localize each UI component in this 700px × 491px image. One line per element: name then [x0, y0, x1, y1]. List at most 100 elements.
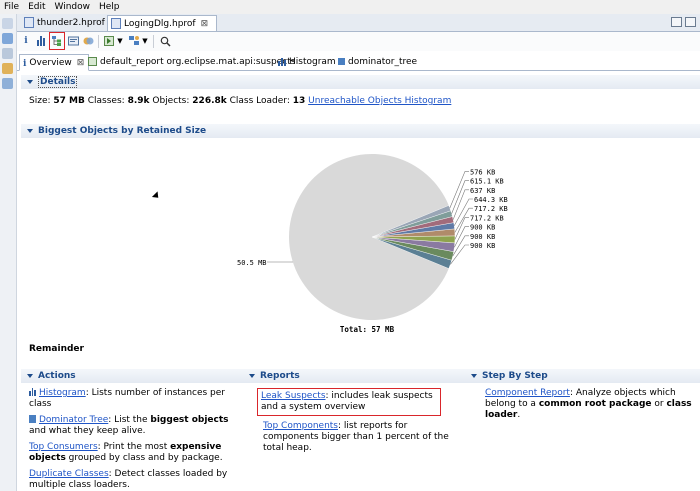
dominator-tree-icon: [29, 415, 36, 423]
toolbar-separator: [98, 35, 99, 48]
heap-summary: Size: 57 MB Classes: 8.9k Objects: 226.8…: [29, 96, 451, 106]
minimize-icon[interactable]: [671, 17, 682, 27]
tab-dominator-tree[interactable]: dominator_tree: [335, 54, 420, 69]
size-value: 57 MB: [53, 96, 85, 106]
histogram-icon[interactable]: [34, 34, 48, 48]
collapse-icon[interactable]: [471, 374, 477, 378]
histogram-icon: [29, 388, 37, 396]
chevron-down-icon[interactable]: ▼: [116, 34, 124, 48]
pie-slice-label: 50.5 MB: [237, 259, 267, 267]
editor-tab-logingdlg[interactable]: LogingDlg.hprof ⊠: [107, 15, 217, 31]
editor-tab-label: LogingDlg.hprof: [124, 18, 196, 29]
left-trim-strip: [0, 14, 17, 491]
action-histogram: Histogram: Lists number of instances per…: [29, 388, 239, 410]
chevron-down-icon[interactable]: ▼: [141, 34, 149, 48]
close-icon[interactable]: ⊠: [201, 19, 209, 29]
class-loader-value: 13: [292, 96, 306, 106]
collapse-icon[interactable]: [249, 374, 255, 378]
close-icon[interactable]: ⊠: [77, 58, 85, 68]
tab-label: Histogram: [289, 56, 336, 67]
editor-tab-label: thunder2.hprof: [37, 17, 105, 28]
minimized-view-icon[interactable]: [2, 18, 13, 29]
pie-total-label: Total: 57 MB: [340, 325, 395, 334]
pie-slice-label: 576 KB: [470, 168, 495, 176]
info-icon: i: [23, 58, 27, 69]
tab-default-report[interactable]: default_report org.eclipse.mat.api:suspe…: [85, 54, 298, 69]
editor-tab-bar: thunder2.hprof LogingDlg.hprof ⊠: [17, 14, 700, 32]
duplicate-classes-link[interactable]: Duplicate Classes: [29, 469, 109, 479]
pie-slice-label: 900 KB: [470, 242, 495, 250]
details-section-header[interactable]: Details: [21, 75, 700, 89]
step-emphasis: common root package: [538, 399, 652, 409]
class-loader-label: Class Loader:: [229, 96, 290, 106]
pie-slice-label: 644.3 KB: [474, 196, 508, 204]
navigation-history-icon[interactable]: [2, 48, 13, 59]
pie-slice-label: 900 KB: [470, 224, 495, 232]
leak-suspects-link[interactable]: Leak Suspects: [261, 391, 326, 401]
menu-bar: File Edit Window Help: [0, 0, 700, 14]
dominator-tree-link[interactable]: Dominator Tree: [39, 415, 108, 425]
biggest-objects-pie-chart[interactable]: 50.5 MB900 KB900 KB900 KB717.2 KB717.2 K…: [17, 141, 700, 341]
unreachable-objects-link[interactable]: Unreachable Objects Histogram: [308, 96, 451, 106]
report-leak-suspects: Leak Suspects: includes leak suspects an…: [257, 388, 441, 416]
remainder-label: Remainder: [29, 344, 84, 354]
biggest-objects-section-header[interactable]: Biggest Objects by Retained Size: [21, 124, 700, 138]
oql-icon[interactable]: [66, 34, 80, 48]
section-title: Reports: [260, 371, 300, 381]
top-consumers-link[interactable]: Top Consumers: [29, 442, 98, 452]
heap-file-icon: [24, 17, 34, 28]
action-top-consumers: Top Consumers: Print the most expensive …: [29, 442, 239, 464]
reports-section-header[interactable]: Reports: [243, 369, 465, 383]
classes-value: 8.9k: [127, 96, 150, 106]
component-report-link[interactable]: Component Report: [485, 388, 570, 398]
run-report-icon[interactable]: [102, 34, 116, 48]
section-title: Step By Step: [482, 371, 548, 381]
tab-label: Overview: [29, 57, 72, 68]
dominator-tree-icon[interactable]: [49, 32, 65, 50]
view-tab-bar: i Overview ⊠ default_report org.eclipse.…: [17, 54, 700, 71]
step-by-step-panel: Step By Step Component Report: Analyze o…: [465, 369, 700, 491]
pie-slice-label: 637 KB: [470, 187, 495, 195]
step-by-step-section-header[interactable]: Step By Step: [465, 369, 700, 383]
actions-panel: Actions Histogram: Lists number of insta…: [21, 369, 243, 491]
step-description: .: [517, 410, 521, 420]
outline-icon[interactable]: [2, 78, 13, 89]
maximize-icon[interactable]: [685, 17, 696, 27]
tab-label: dominator_tree: [348, 56, 418, 67]
dominator-tree-icon: [338, 58, 345, 65]
menu-edit[interactable]: Edit: [24, 2, 50, 12]
search-icon[interactable]: [158, 34, 172, 48]
heap-dump-icon[interactable]: [81, 34, 95, 48]
menu-help[interactable]: Help: [95, 2, 125, 12]
action-dominator-tree: Dominator Tree: List the biggest objects…: [29, 415, 239, 437]
action-description: : Print the most: [97, 442, 171, 452]
objects-value: 226.8k: [192, 96, 227, 106]
action-description: : List the: [108, 415, 151, 425]
tab-label: default_report org.eclipse.mat.api:suspe…: [100, 56, 296, 67]
menu-window[interactable]: Window: [51, 2, 96, 12]
step-description: or: [651, 399, 667, 409]
collapse-icon[interactable]: [27, 80, 33, 84]
query-browser-icon[interactable]: [127, 34, 141, 48]
collapse-icon[interactable]: [27, 374, 33, 378]
action-description: and what they keep alive.: [29, 426, 146, 436]
editor-tab-thunder2[interactable]: thunder2.hprof: [21, 15, 105, 30]
inspector-icon[interactable]: [2, 33, 13, 44]
objects-label: Objects:: [152, 96, 190, 106]
section-title: Actions: [38, 371, 76, 381]
menu-file[interactable]: File: [0, 2, 24, 12]
pie-slice-label: 717.2 KB: [474, 205, 508, 213]
tab-overview[interactable]: i Overview ⊠: [19, 54, 89, 71]
notes-icon[interactable]: [2, 63, 13, 74]
top-components-link[interactable]: Top Components: [263, 421, 338, 431]
info-icon[interactable]: i: [19, 34, 33, 48]
step-component-report: Component Report: Analyze objects which …: [485, 388, 696, 421]
tab-histogram[interactable]: Histogram: [275, 54, 339, 69]
action-duplicate-classes: Duplicate Classes: Detect classes loaded…: [29, 469, 239, 491]
collapse-icon[interactable]: [27, 129, 33, 133]
report-top-components: Top Components: list reports for compone…: [263, 421, 461, 454]
window-controls: [671, 17, 696, 27]
action-description: grouped by class and by package.: [65, 453, 223, 463]
histogram-link[interactable]: Histogram: [39, 388, 86, 398]
actions-section-header[interactable]: Actions: [21, 369, 243, 383]
